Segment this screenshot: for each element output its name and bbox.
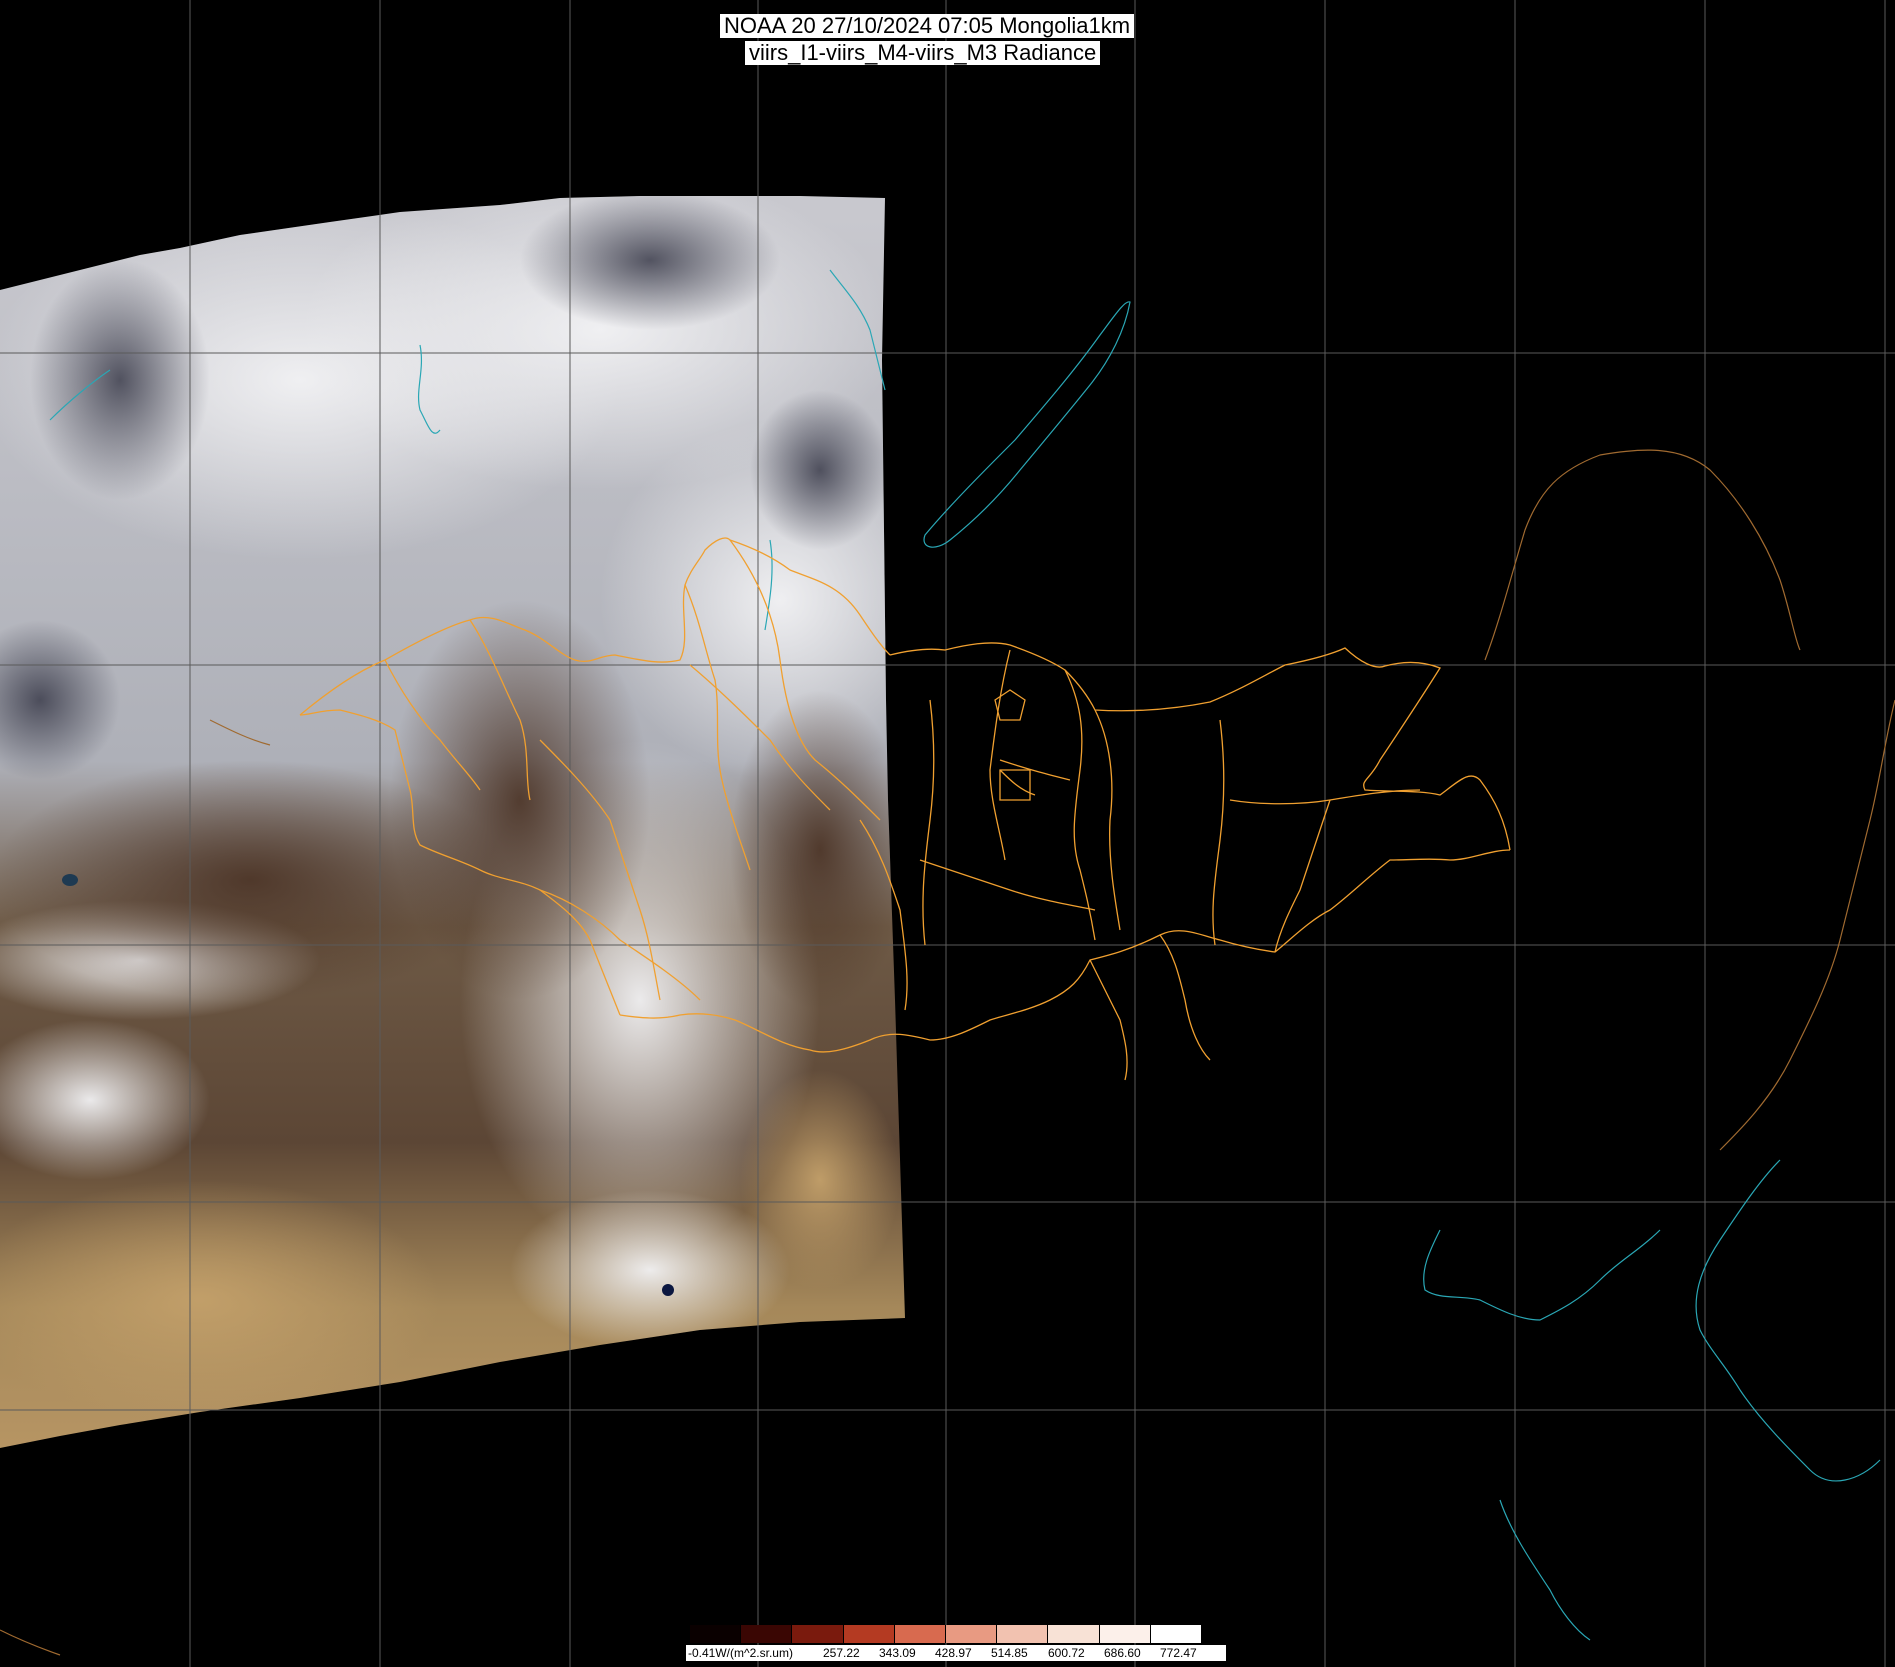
colorbar-label: 257.22 xyxy=(823,1646,860,1660)
satellite-map xyxy=(0,0,1895,1667)
map-title-line-2: viirs_I1-viirs_M4-viirs_M3 Radiance xyxy=(745,41,1101,65)
colorbar-label: 343.09 xyxy=(879,1646,916,1660)
colorbar-label: 772.47 xyxy=(1160,1646,1197,1660)
satellite-map-canvas: NOAA 20 27/10/2024 07:05 Mongolia1km vii… xyxy=(0,0,1895,1667)
colorbar-swatch xyxy=(843,1625,895,1643)
map-title-line-1: NOAA 20 27/10/2024 07:05 Mongolia1km xyxy=(720,14,1135,38)
colorbar-label: 600.72 xyxy=(1048,1646,1085,1660)
colorbar-swatch xyxy=(997,1625,1049,1643)
colorbar-swatch xyxy=(792,1625,844,1643)
colorbar-swatch xyxy=(741,1625,793,1643)
colorbar-swatch xyxy=(1048,1625,1100,1643)
satellite-swath xyxy=(0,196,905,1448)
colorbar-swatch xyxy=(894,1625,946,1643)
colorbar-swatch xyxy=(946,1625,998,1643)
colorbar-swatch xyxy=(1099,1625,1151,1643)
colorbar xyxy=(690,1625,1202,1645)
colorbar-labels: -0.41W/(m^2.sr.um) 257.22 343.09 428.97 … xyxy=(686,1645,1226,1661)
colorbar-swatch xyxy=(1150,1625,1202,1643)
colorbar-label: 514.85 xyxy=(991,1646,1028,1660)
colorbar-swatch xyxy=(690,1625,742,1643)
colorbar-label: 686.60 xyxy=(1104,1646,1141,1660)
colorbar-label: -0.41W/(m^2.sr.um) xyxy=(688,1646,793,1660)
colorbar-label: 428.97 xyxy=(935,1646,972,1660)
